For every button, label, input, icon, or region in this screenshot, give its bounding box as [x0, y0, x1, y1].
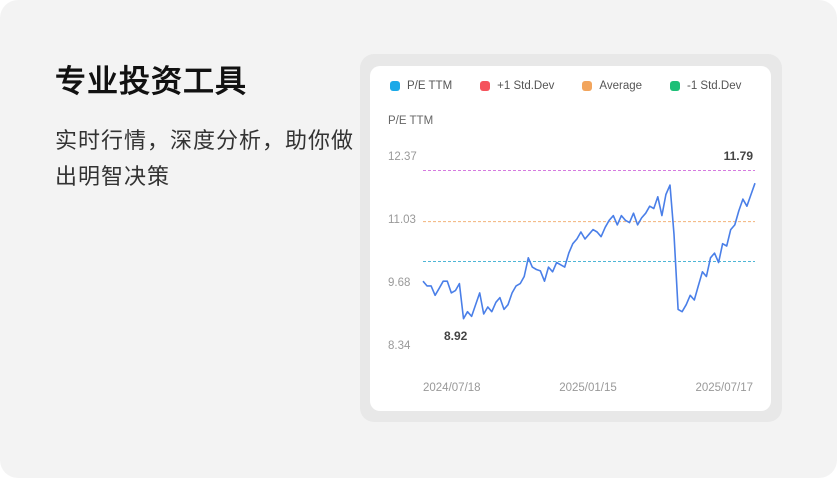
pe-chart: 12.37 11.03 9.68 8.34 2024/07/18 2025/01/15 20… — [388, 149, 756, 394]
pe-series-line — [422, 182, 756, 320]
x-tick-label: 2024/07/18 — [423, 382, 481, 394]
min-value-label: 8.92 — [444, 329, 468, 343]
page-subtitle: 实时行情，深度分析，助你做出明智决策 — [55, 129, 355, 190]
max-value-label: 11.79 — [724, 149, 754, 163]
y-tick-label: 9.68 — [388, 277, 410, 289]
x-tick-label: 2025/01/15 — [559, 382, 617, 394]
x-tick-label: 2025/07/17 — [695, 382, 753, 394]
chart-card: P/E TTM +1 Std.Dev Average -1 Std.Dev P/… — [370, 66, 771, 411]
y-tick-label: 11.03 — [388, 214, 416, 226]
promo-panel: 专业投资工具 实时行情，深度分析，助你做出明智决策 P/E TTM +1 Std… — [0, 0, 837, 478]
page-title: 专业投资工具 — [55, 64, 247, 100]
y-tick-label: 8.34 — [388, 340, 411, 352]
y-tick-label: 12.37 — [388, 151, 417, 163]
